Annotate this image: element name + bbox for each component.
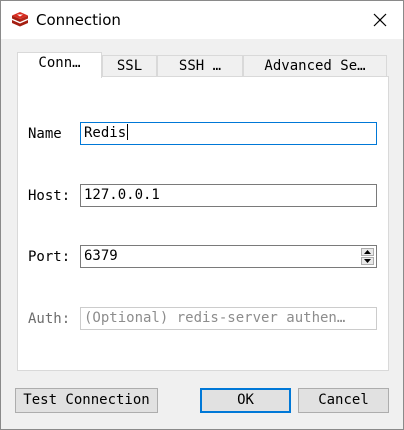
window-title: Connection: [36, 11, 121, 29]
tab-connection[interactable]: Conn…: [17, 52, 102, 78]
tab-ssh[interactable]: SSH …: [157, 55, 243, 77]
redis-logo-icon: [11, 11, 29, 29]
name-input[interactable]: Redis: [80, 122, 377, 145]
arrow-down-icon: [364, 259, 371, 263]
test-connection-button[interactable]: Test Connection: [15, 388, 158, 413]
auth-input[interactable]: (Optional) redis-server authen…: [80, 307, 377, 330]
host-label: Host:: [28, 188, 71, 204]
port-value: 6379: [84, 248, 118, 264]
cancel-button[interactable]: Cancel: [298, 388, 389, 413]
tab-ssl[interactable]: SSL: [102, 55, 157, 77]
name-label: Name: [28, 126, 62, 142]
text-caret: [127, 124, 129, 140]
port-spin-buttons: [361, 248, 374, 265]
spin-up-button[interactable]: [361, 248, 374, 256]
connection-dialog: Connection Conn… SSL SSH … Advanced Se… …: [0, 0, 404, 430]
auth-label: Auth:: [28, 311, 71, 327]
close-icon: [373, 13, 387, 27]
name-value: Redis: [84, 125, 127, 141]
spin-down-button[interactable]: [361, 257, 374, 265]
host-input[interactable]: 127.0.0.1: [80, 184, 377, 207]
close-button[interactable]: [357, 1, 403, 39]
arrow-up-icon: [364, 250, 371, 254]
tab-bar: Conn… SSL SSH … Advanced Se…: [17, 52, 387, 78]
title-bar[interactable]: Connection: [1, 1, 403, 39]
port-label: Port:: [28, 249, 71, 265]
ok-button[interactable]: OK: [200, 388, 291, 413]
tab-advanced-settings[interactable]: Advanced Se…: [243, 55, 387, 77]
connection-tab-panel: Name Redis Host: 127.0.0.1 Port: 6379 Au…: [17, 76, 389, 371]
port-spinbox[interactable]: 6379: [80, 245, 377, 268]
